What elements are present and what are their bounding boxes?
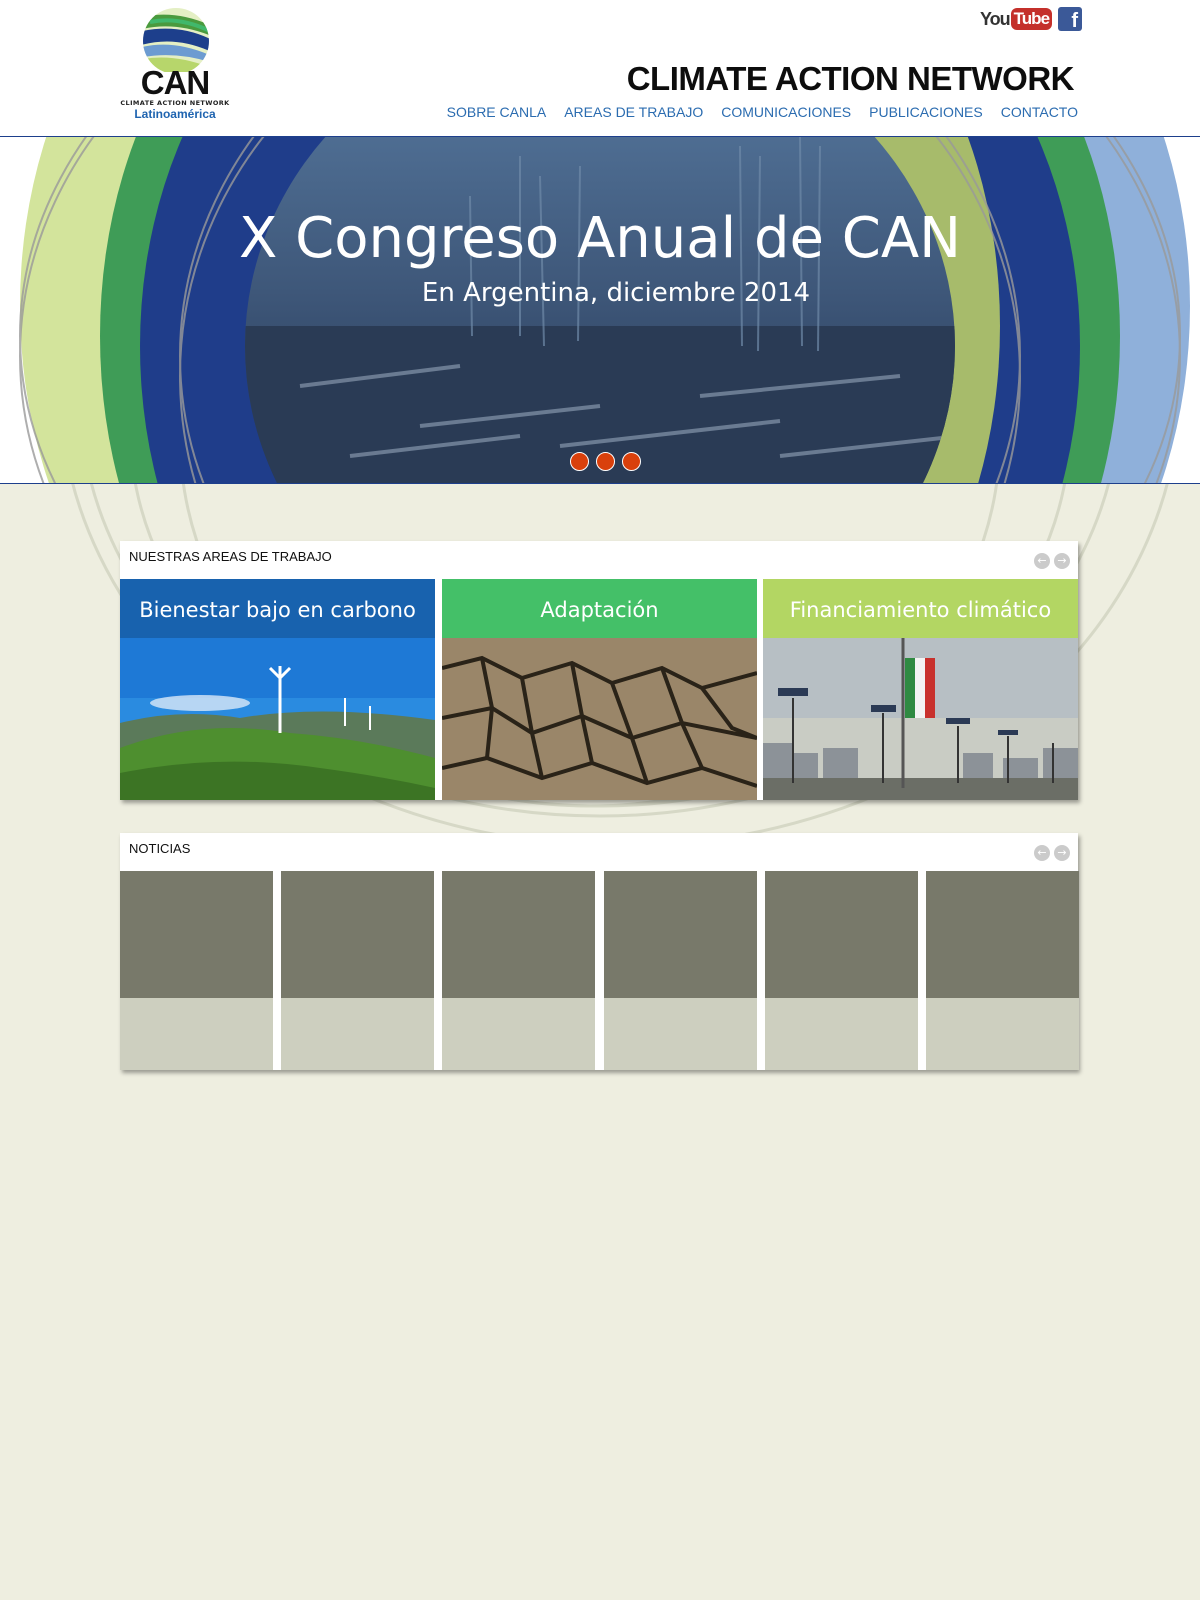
globe-logo-icon <box>143 8 209 72</box>
wind-turbines-image <box>120 638 435 800</box>
areas-panel-header: NUESTRAS AREAS DE TRABAJO ← → <box>120 541 1078 579</box>
area-card-label: Adaptación <box>442 579 757 638</box>
news-card[interactable] <box>926 871 1079 1070</box>
area-card-label: Bienestar bajo en carbono <box>120 579 435 638</box>
news-image-placeholder <box>926 871 1079 998</box>
news-card[interactable] <box>442 871 595 1070</box>
logo-wordmark: CAN <box>140 64 211 101</box>
mexican-flag-city-image <box>763 638 1078 800</box>
nav-item-sobre-canla[interactable]: SOBRE CANLA <box>447 104 547 120</box>
news-image-placeholder <box>765 871 918 998</box>
slider-dots <box>570 452 641 471</box>
social-links: You Tube f <box>980 6 1083 32</box>
arrow-right-icon[interactable]: → <box>1054 553 1070 569</box>
news-image-placeholder <box>442 871 595 998</box>
youtube-you-text: You <box>980 8 1011 29</box>
youtube-tube-text: Tube <box>1010 8 1053 30</box>
news-text-placeholder <box>442 998 595 1070</box>
nav-item-areas-de-trabajo[interactable]: AREAS DE TRABAJO <box>564 104 703 120</box>
area-card-adaptacion[interactable]: Adaptación <box>442 579 757 800</box>
hero-background <box>0 136 1200 483</box>
site-header: CAN CLIMATE ACTION NETWORK Latinoamérica… <box>0 0 1200 137</box>
slider-dot-3[interactable] <box>622 452 641 471</box>
news-image-placeholder <box>281 871 434 998</box>
nav-item-contacto[interactable]: CONTACTO <box>1001 104 1078 120</box>
can-logo[interactable]: CAN CLIMATE ACTION NETWORK Latinoamérica <box>120 8 230 123</box>
news-cards <box>120 871 1079 1070</box>
site-title: CLIMATE ACTION NETWORK <box>626 60 1075 97</box>
news-text-placeholder <box>765 998 918 1070</box>
hero-slider[interactable]: X Congreso Anual de CAN En Argentina, di… <box>0 136 1200 484</box>
hero-title: X Congreso Anual de CAN <box>238 206 962 271</box>
nav-item-publicaciones[interactable]: PUBLICACIONES <box>869 104 983 120</box>
news-card[interactable] <box>604 871 757 1070</box>
news-panel-header: NOTICIAS ← → <box>120 833 1078 871</box>
areas-panel: NUESTRAS AREAS DE TRABAJO ← → Bienestar … <box>120 541 1078 800</box>
arrow-right-icon[interactable]: → <box>1054 845 1070 861</box>
news-text-placeholder <box>926 998 1079 1070</box>
area-card-bienestar[interactable]: Bienestar bajo en carbono <box>120 579 435 800</box>
youtube-icon[interactable]: You Tube <box>980 6 1053 32</box>
slider-dot-1[interactable] <box>570 452 589 471</box>
main-nav: SOBRE CANLA AREAS DE TRABAJO COMUNICACIO… <box>429 104 1078 120</box>
news-image-placeholder <box>604 871 757 998</box>
news-carousel-controls: ← → <box>1034 845 1070 861</box>
nav-item-comunicaciones[interactable]: COMUNICACIONES <box>721 104 851 120</box>
news-card[interactable] <box>120 871 273 1070</box>
logo-subtitle: CLIMATE ACTION NETWORK <box>120 99 230 107</box>
news-card[interactable] <box>281 871 434 1070</box>
slider-dot-2[interactable] <box>596 452 615 471</box>
areas-cards: Bienestar bajo en carbono Adaptación Fin… <box>120 579 1078 800</box>
news-text-placeholder <box>120 998 273 1070</box>
news-image-placeholder <box>120 871 273 998</box>
hero-subtitle: En Argentina, diciembre 2014 <box>421 278 811 308</box>
news-text-placeholder <box>281 998 434 1070</box>
news-panel-title: NOTICIAS <box>129 841 191 856</box>
cracked-earth-image <box>442 638 757 800</box>
news-panel: NOTICIAS ← → <box>120 833 1079 1070</box>
news-text-placeholder <box>604 998 757 1070</box>
area-card-financiamiento[interactable]: Financiamiento climático <box>763 579 1078 800</box>
arrow-left-icon[interactable]: ← <box>1034 553 1050 569</box>
arrow-left-icon[interactable]: ← <box>1034 845 1050 861</box>
facebook-icon[interactable]: f <box>1058 7 1083 31</box>
news-card[interactable] <box>765 871 918 1070</box>
areas-panel-title: NUESTRAS AREAS DE TRABAJO <box>129 549 332 564</box>
area-card-label: Financiamiento climático <box>763 579 1078 638</box>
areas-carousel-controls: ← → <box>1034 553 1070 569</box>
logo-region: Latinoamérica <box>134 107 216 121</box>
